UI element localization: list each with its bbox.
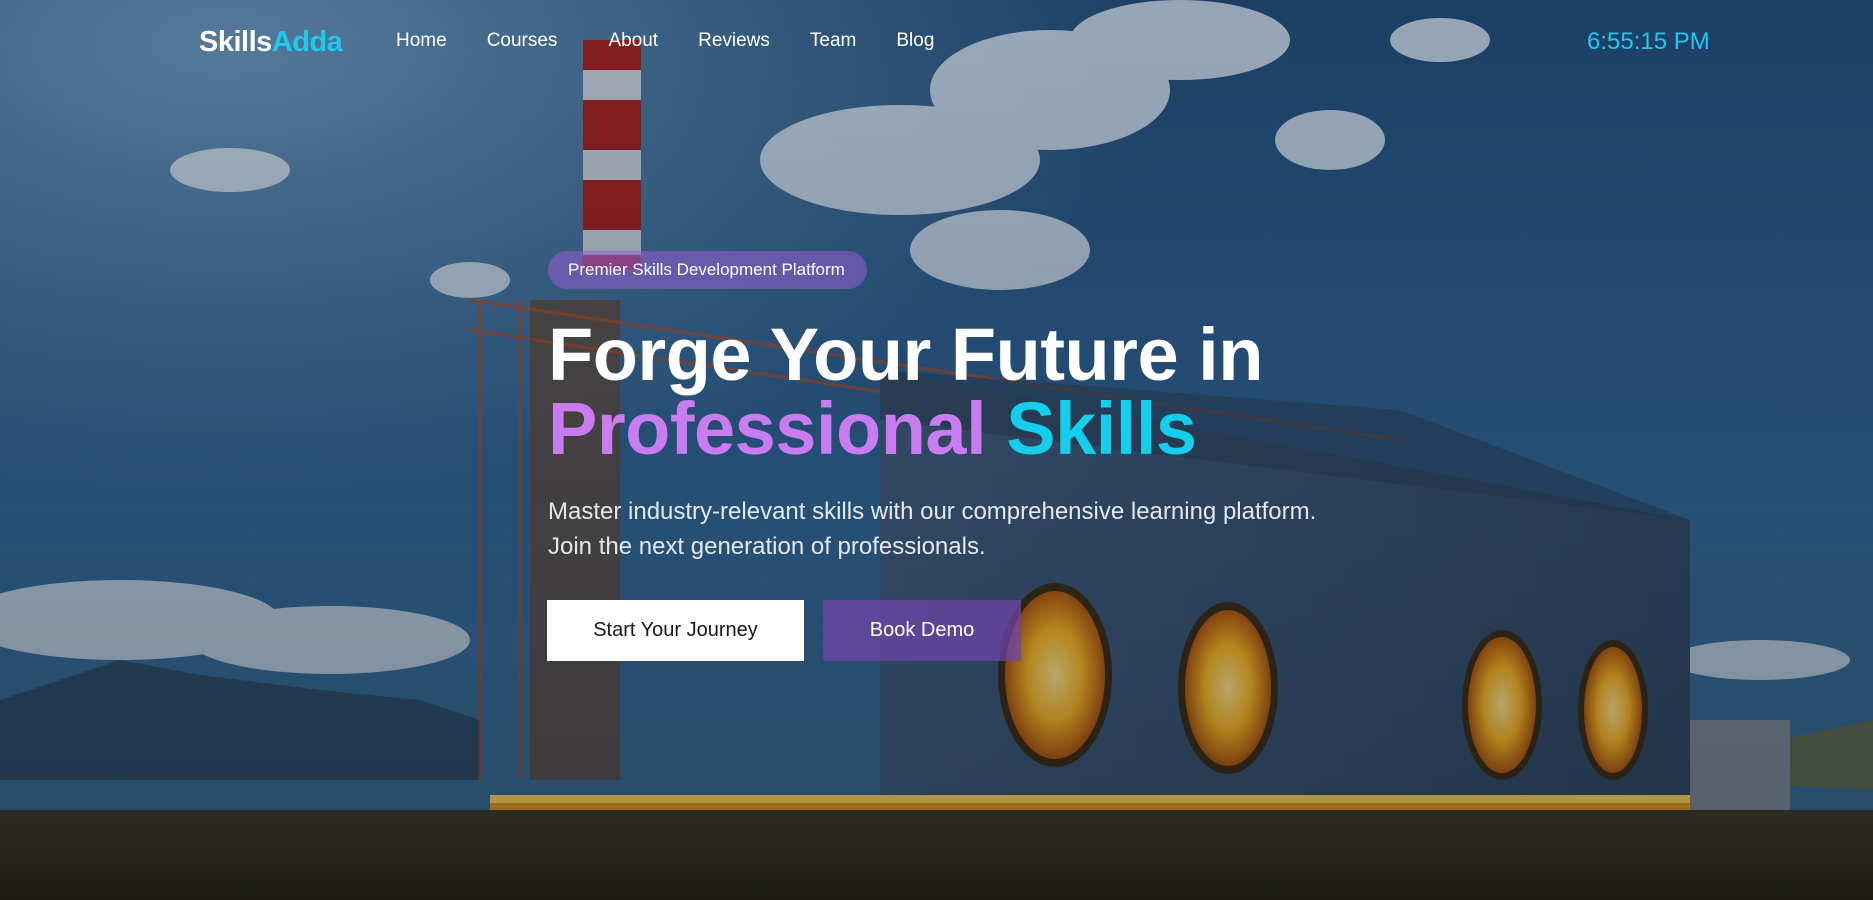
hero-title-word-professional: Professional — [548, 387, 987, 470]
nav-link-reviews[interactable]: Reviews — [698, 28, 770, 54]
hero-subtitle-line1: Master industry-relevant skills with our… — [548, 498, 1317, 525]
hero-subtitle: Master industry-relevant skills with our… — [548, 494, 1408, 564]
live-clock: 6:55:15 PM — [1587, 28, 1710, 55]
brand-name-part2: Adda — [271, 26, 343, 58]
book-demo-button[interactable]: Book Demo — [823, 600, 1021, 661]
nav-link-about[interactable]: About — [608, 28, 658, 54]
nav-link-team[interactable]: Team — [810, 28, 856, 54]
top-navigation: SkillsAdda Home Courses About Reviews Te… — [0, 0, 1873, 84]
nav-link-courses[interactable]: Courses — [487, 28, 558, 54]
hero-subtitle-line2: Join the next generation of professional… — [548, 533, 986, 560]
start-journey-button[interactable]: Start Your Journey — [547, 600, 804, 661]
nav-link-home[interactable]: Home — [396, 28, 447, 54]
brand-logo[interactable]: SkillsAdda — [199, 24, 343, 60]
hero-badge: Premier Skills Development Platform — [548, 251, 867, 289]
hero-title-line2: Professional Skills — [548, 384, 1197, 474]
hero-title-word-skills: Skills — [1006, 387, 1197, 470]
brand-name-part1: Skills — [199, 26, 272, 58]
nav-links: Home Courses About Reviews Team Blog — [396, 28, 974, 54]
nav-link-blog[interactable]: Blog — [896, 28, 934, 54]
